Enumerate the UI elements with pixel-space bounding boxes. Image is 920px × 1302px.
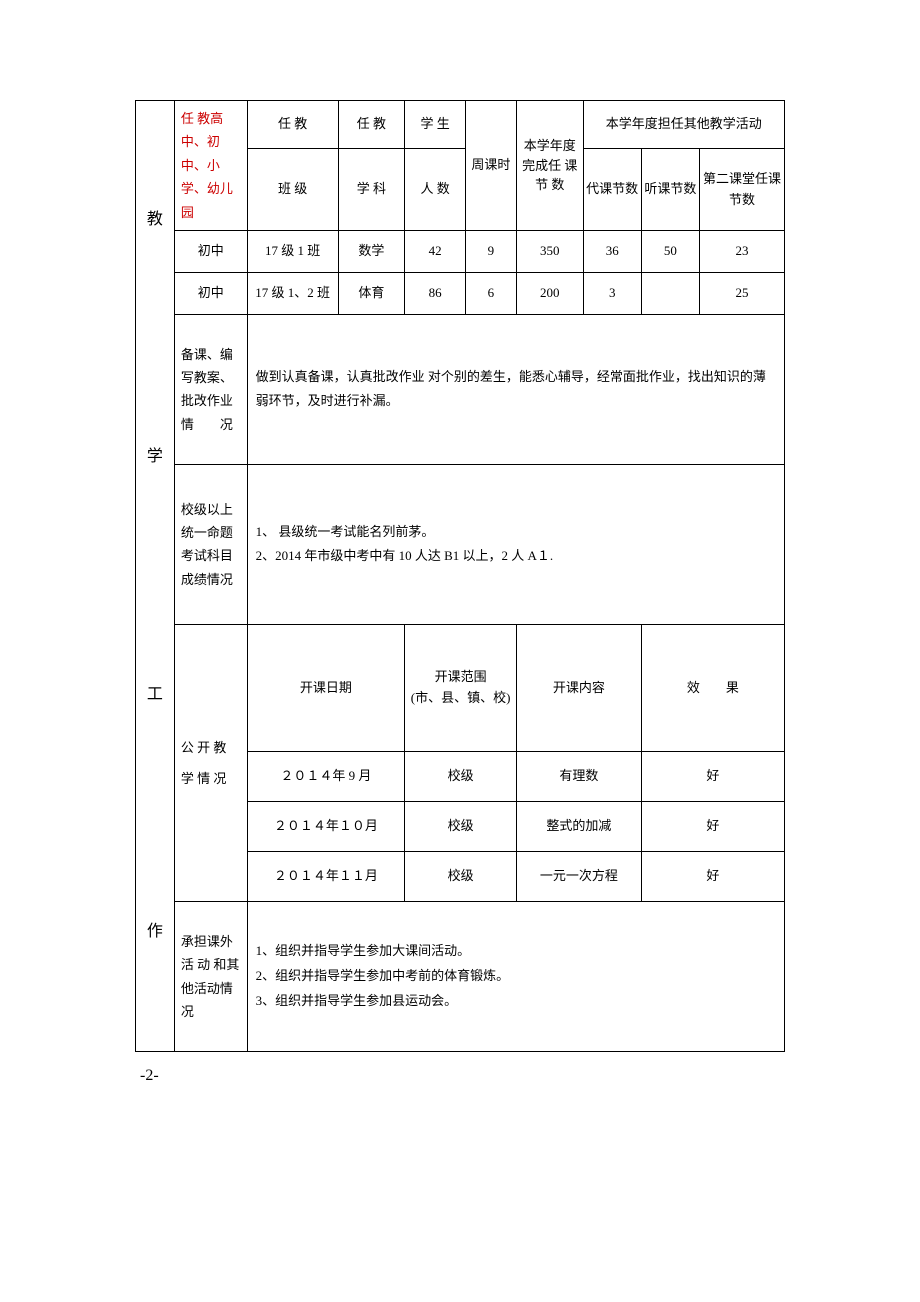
sec4-line1: 1、组织并指导学生参加大课间活动。: [256, 939, 776, 964]
cell-sub3: 25: [700, 272, 785, 314]
sec3-h1: 开课日期: [247, 624, 405, 751]
pt-scope: 校级: [405, 852, 517, 902]
cell-subject: 数学: [338, 230, 405, 272]
side-char: 学: [136, 444, 174, 470]
cell-sub1: 36: [583, 230, 641, 272]
side-char: 工: [136, 682, 174, 708]
sec3-label: 公 开 教 学 情 况: [174, 624, 247, 901]
cell-sub3: 23: [700, 230, 785, 272]
cell-weekly: 6: [465, 272, 516, 314]
table-row: 初中 17 级 1 班 数学 42 9 350 36 50 23: [136, 230, 785, 272]
pt-result: 好: [641, 802, 784, 852]
section-extracurricular: 承担课外活 动 和其他活动情 况 1、组织并指导学生参加大课间活动。 2、组织并…: [136, 902, 785, 1052]
pt-result: 好: [641, 852, 784, 902]
pt-date: ２０１４年 9 月: [247, 752, 405, 802]
cell-sub1: 3: [583, 272, 641, 314]
header-sub1: 代课节数: [583, 149, 641, 231]
header-other-activities: 本学年度担任其他教学活动: [583, 101, 784, 149]
teaching-work-table: 教 学 工 作 任 教高中、初中、小学、幼儿园 任 教 任 教 学 生 周课时 …: [135, 100, 785, 1052]
sec4-line3: 3、组织并指导学生参加县运动会。: [256, 989, 776, 1014]
sec4-text: 1、组织并指导学生参加大课间活动。 2、组织并指导学生参加中考前的体育锻炼。 3…: [247, 902, 784, 1052]
sec1-label: 备课、编写教案、批改作业情 况: [174, 314, 247, 464]
cell-class: 17 级 1 班: [247, 230, 338, 272]
header-sub2: 听课节数: [641, 149, 699, 231]
header-school-type: 任 教高中、初中、小学、幼儿园: [174, 101, 247, 231]
page-number: -2-: [140, 1067, 785, 1085]
header-class2: 班 级: [247, 149, 338, 231]
cell-type: 初中: [174, 230, 247, 272]
side-char: 作: [136, 919, 174, 945]
sec3-h2b: (市、县、镇、校): [407, 688, 514, 709]
cell-completed: 350: [516, 230, 583, 272]
cell-type: 初中: [174, 272, 247, 314]
side-label: 教 学 工 作: [136, 101, 175, 1052]
sec3-h2: 开课范围 (市、县、镇、校): [405, 624, 517, 751]
header-class: 任 教: [247, 101, 338, 149]
cell-sub2: 50: [641, 230, 699, 272]
pt-content: 一元一次方程: [516, 852, 641, 902]
section-public-teaching-header: 公 开 教 学 情 况 开课日期 开课范围 (市、县、镇、校) 开课内容 效 果: [136, 624, 785, 751]
pt-result: 好: [641, 752, 784, 802]
header-weekly: 周课时: [465, 101, 516, 231]
pt-date: ２０１４年１０月: [247, 802, 405, 852]
sec2-label: 校级以上统一命题考试科目成绩情况: [174, 464, 247, 624]
cell-weekly: 9: [465, 230, 516, 272]
pt-scope: 校级: [405, 802, 517, 852]
sec2-text: 1、 县级统一考试能名列前茅。 2、2014 年市级中考中有 10 人达 B1 …: [247, 464, 784, 624]
header-subject: 任 教: [338, 101, 405, 149]
sec1-text: 做到认真备课，认真批改作业 对个别的差生，能悉心辅导，经常面批作业，找出知识的薄…: [247, 314, 784, 464]
cell-sub2: [641, 272, 699, 314]
section-exam-results: 校级以上统一命题考试科目成绩情况 1、 县级统一考试能名列前茅。 2、2014 …: [136, 464, 785, 624]
header-sub3: 第二课堂任课节数: [700, 149, 785, 231]
header-students2: 人 数: [405, 149, 466, 231]
pt-content: 整式的加减: [516, 802, 641, 852]
sec3-h3: 开课内容: [516, 624, 641, 751]
pt-date: ２０１４年１１月: [247, 852, 405, 902]
cell-completed: 200: [516, 272, 583, 314]
header-subject2: 学 科: [338, 149, 405, 231]
cell-students: 86: [405, 272, 466, 314]
table-row: 初中 17 级 1、2 班 体育 86 6 200 3 25: [136, 272, 785, 314]
sec4-line2: 2、组织并指导学生参加中考前的体育锻炼。: [256, 964, 776, 989]
side-char: 教: [136, 207, 174, 233]
table-header-row: 教 学 工 作 任 教高中、初中、小学、幼儿园 任 教 任 教 学 生 周课时 …: [136, 101, 785, 149]
sec4-label: 承担课外活 动 和其他活动情 况: [174, 902, 247, 1052]
cell-students: 42: [405, 230, 466, 272]
sec3-h2a: 开课范围: [407, 667, 514, 688]
pt-scope: 校级: [405, 752, 517, 802]
header-completed: 本学年度完成任 课节 数: [516, 101, 583, 231]
section-lesson-prep: 备课、编写教案、批改作业情 况 做到认真备课，认真批改作业 对个别的差生，能悉心…: [136, 314, 785, 464]
sec3-h4: 效 果: [641, 624, 784, 751]
cell-class: 17 级 1、2 班: [247, 272, 338, 314]
pt-content: 有理数: [516, 752, 641, 802]
header-students: 学 生: [405, 101, 466, 149]
cell-subject: 体育: [338, 272, 405, 314]
sec2-line2: 2、2014 年市级中考中有 10 人达 B1 以上，2 人 A１.: [256, 544, 776, 569]
sec2-line1: 1、 县级统一考试能名列前茅。: [256, 520, 776, 545]
